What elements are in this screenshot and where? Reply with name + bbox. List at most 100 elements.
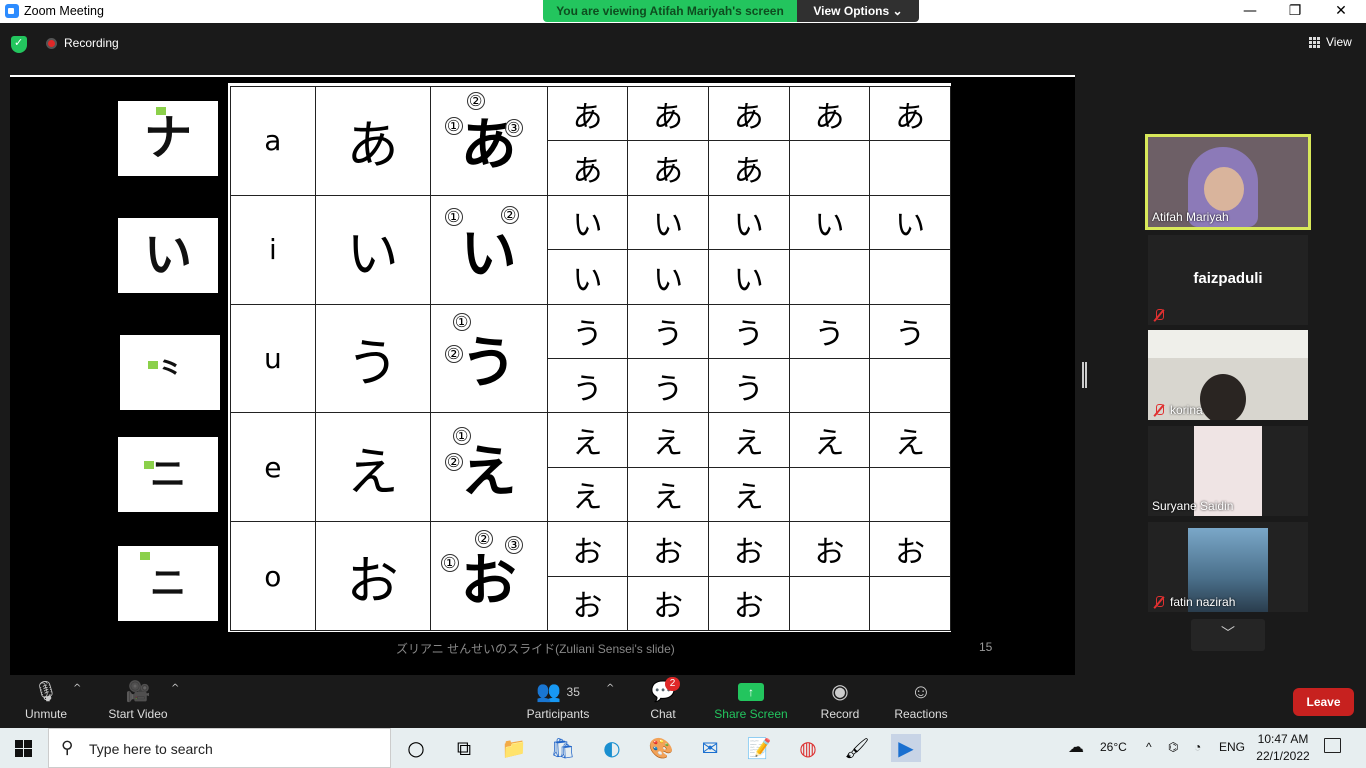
romaji-cell: a xyxy=(230,86,316,196)
zoom-taskbar-icon[interactable]: ▶ xyxy=(891,734,921,762)
viewing-banner: You are viewing Atifah Mariyah's screen … xyxy=(543,0,919,22)
clock-time: 10:47 AM xyxy=(1257,732,1309,746)
panel-resize-handle[interactable] xyxy=(1082,362,1087,388)
participant-name: faizpaduli xyxy=(1193,270,1263,287)
practice-cell: あ xyxy=(707,140,790,196)
task-view-icon[interactable]: ⧉ xyxy=(449,734,479,762)
hiragana-table: aああ②①③ああああああああiいい①②いいいいいいいいuうう①②うううううううう… xyxy=(228,83,951,632)
video-options-caret-icon[interactable]: ^ xyxy=(171,683,179,694)
practice-cell: い xyxy=(869,194,951,251)
minimize-icon[interactable]: — xyxy=(1227,0,1273,23)
participant-face xyxy=(1204,167,1244,211)
taskbar-search-box[interactable]: ⚲ Type here to search xyxy=(48,728,391,768)
stroke-order-cell: あ②①③ xyxy=(429,86,548,196)
practice-cell: え xyxy=(627,466,709,523)
practice-cell: あ xyxy=(869,85,951,142)
chrome-browser-icon[interactable]: ◍ xyxy=(793,734,823,762)
start-video-button[interactable]: 🎥 Start Video xyxy=(105,675,171,728)
mail-icon[interactable]: ✉ xyxy=(695,734,725,762)
unmute-button[interactable]: 🎙 Unmute xyxy=(20,675,72,728)
close-icon[interactable]: ✕ xyxy=(1318,0,1364,23)
stroke-number: ① xyxy=(444,117,463,135)
zoom-app-icon xyxy=(5,4,19,18)
participant-tile[interactable]: fatin nazirah xyxy=(1148,522,1308,612)
meeting-top-bar: Recording View xyxy=(0,23,1366,63)
romaji-cell: e xyxy=(230,412,316,523)
practice-cell: あ xyxy=(627,85,709,142)
participant-tile[interactable]: faizpaduli xyxy=(1148,235,1308,325)
participants-button[interactable]: 👥 35 Participants xyxy=(523,675,593,728)
audio-options-caret-icon[interactable]: ^ xyxy=(73,683,81,694)
view-button[interactable]: View xyxy=(1326,35,1352,49)
weather-temperature[interactable]: 26°C xyxy=(1100,740,1127,754)
stroke-number: ② xyxy=(444,344,463,363)
share-screen-icon: ↑ xyxy=(738,683,764,701)
practice-cell: い xyxy=(707,194,790,251)
stroke-card: ナ xyxy=(118,101,218,176)
stroke-order-cell: う① ② xyxy=(429,303,548,414)
participant-tile[interactable]: Atifah Mariyah xyxy=(1145,134,1311,230)
chat-button[interactable]: 💬 2 Chat xyxy=(645,675,681,728)
practice-cell: お xyxy=(546,521,629,577)
taskbar-search-placeholder: Type here to search xyxy=(89,741,213,757)
restore-icon[interactable]: ❐ xyxy=(1272,0,1318,23)
clock-date: 22/1/2022 xyxy=(1256,749,1310,763)
practice-cell: う xyxy=(869,303,951,359)
chevron-down-icon: ⌄ xyxy=(892,4,903,18)
stroke-number: ② xyxy=(444,453,463,472)
tray-chevron-icon[interactable]: ^ xyxy=(1146,740,1152,754)
taskbar-clock[interactable]: 10:47 AM 22/1/2022 xyxy=(1252,731,1314,765)
volume-icon[interactable]: ◔ xyxy=(1194,740,1201,754)
microsoft-store-icon[interactable]: 🛍 xyxy=(548,734,578,762)
practice-cell: い xyxy=(627,249,709,305)
practice-cell: お xyxy=(627,575,709,632)
stroke-number: ② xyxy=(500,205,519,224)
stroke-order-glyph: お xyxy=(460,548,517,614)
participant-tile[interactable]: Suryane Saidin xyxy=(1148,426,1308,516)
stroke-number: ② xyxy=(466,92,485,110)
practice-cell: え xyxy=(707,412,790,468)
share-screen-button[interactable]: ↑ Share Screen xyxy=(714,675,788,728)
stroke-order-glyph: い xyxy=(460,222,517,288)
participant-tile[interactable]: korina xyxy=(1148,330,1308,420)
participants-options-caret-icon[interactable]: ^ xyxy=(606,683,614,694)
paint-icon[interactable]: 🖌 xyxy=(842,734,872,762)
leave-button[interactable]: Leave xyxy=(1293,688,1354,716)
viewing-message: You are viewing Atifah Mariyah's screen xyxy=(543,0,797,22)
practice-cell xyxy=(788,140,871,196)
practice-cell: い xyxy=(627,194,709,251)
practice-cell: う xyxy=(707,357,790,414)
stroke-card-glyph: ニ xyxy=(149,454,186,495)
romaji-cell: u xyxy=(230,303,316,414)
windows-taskbar: ⚲ Type here to search ○ ⧉ 📁 🛍 ◐ 🎨 ✉ 📝 ◍ … xyxy=(0,728,1366,768)
view-options-button[interactable]: View Options ⌄ xyxy=(797,0,919,22)
network-icon[interactable]: ⌬ xyxy=(1168,740,1178,754)
meeting-toolbar: 🎙 Unmute ^ 🎥 Start Video ^ 👥 35 Particip… xyxy=(0,675,1366,728)
scroll-participants-down-button[interactable]: ﹀ xyxy=(1191,619,1265,651)
stroke-card: ニ xyxy=(118,437,218,512)
stroke-card-glyph: ナ xyxy=(143,110,192,166)
record-button[interactable]: ◉ Record xyxy=(818,675,862,728)
stroke-card: ニ xyxy=(118,546,218,621)
input-language[interactable]: ENG xyxy=(1219,740,1245,754)
file-explorer-icon[interactable]: 📁 xyxy=(499,734,529,762)
practice-cell: お xyxy=(627,521,709,577)
reactions-button[interactable]: ☺ Reactions xyxy=(892,675,950,728)
security-shield-icon[interactable] xyxy=(11,36,27,53)
record-label: Record xyxy=(820,707,860,721)
practice-cell: う xyxy=(546,357,629,414)
notification-center-icon[interactable] xyxy=(1324,738,1341,753)
edge-browser-icon[interactable]: ◐ xyxy=(597,734,627,762)
practice-cell xyxy=(788,466,871,523)
stroke-number: ① xyxy=(440,554,459,573)
grid-view-icon[interactable] xyxy=(1309,37,1320,48)
participants-icon: 👥 xyxy=(536,681,561,703)
record-icon: ◉ xyxy=(831,681,849,703)
practice-cell xyxy=(788,575,871,632)
kana-cell: う xyxy=(314,303,431,414)
windows-start-icon[interactable] xyxy=(15,740,32,757)
cortana-icon[interactable]: ○ xyxy=(401,734,431,762)
mic-muted-icon: 🎙 xyxy=(33,681,59,703)
notepad-icon[interactable]: 📝 xyxy=(744,734,774,762)
photos-app-icon[interactable]: 🎨 xyxy=(646,734,676,762)
